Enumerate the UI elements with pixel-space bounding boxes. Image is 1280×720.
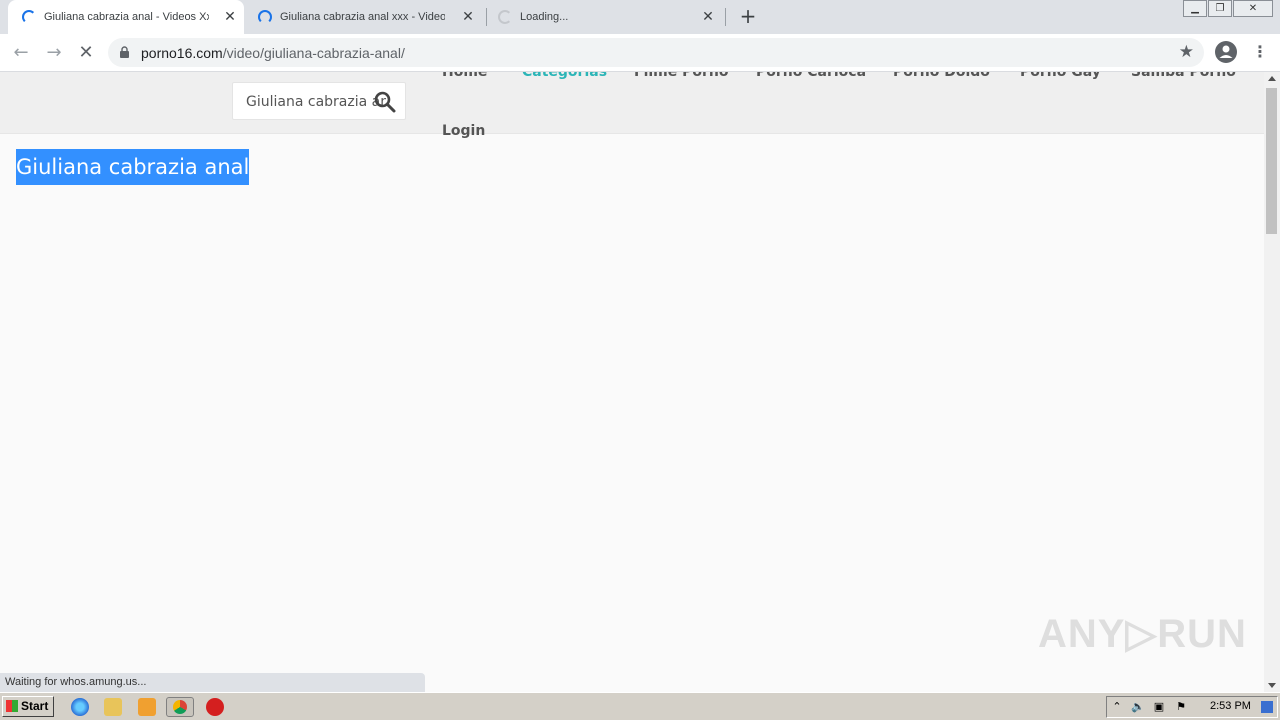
start-label: Start: [21, 699, 49, 713]
nav-link-filme-porno[interactable]: Filme Porno: [634, 72, 729, 80]
forward-button[interactable]: →: [43, 42, 65, 64]
new-tab-button[interactable]: +: [738, 6, 758, 26]
page-scrollbar[interactable]: [1264, 72, 1280, 692]
loading-spinner-icon: [498, 10, 512, 24]
tab-third[interactable]: Loading... ✕: [486, 0, 722, 34]
internet-explorer-icon[interactable]: [71, 698, 89, 716]
network-icon[interactable]: ▣: [1153, 701, 1165, 713]
address-bar[interactable]: porno16.com/video/giuliana-cabrazia-anal…: [108, 38, 1204, 67]
loading-spinner-icon: [258, 10, 272, 24]
chrome-taskbar-button[interactable]: [166, 697, 194, 717]
site-search: [232, 82, 406, 121]
url-path: /video/giuliana-cabrazia-anal/: [222, 45, 405, 61]
bookmark-star-icon[interactable]: ★: [1179, 42, 1194, 62]
close-window-button[interactable]: ✕: [1233, 0, 1273, 17]
login-link[interactable]: Login: [442, 123, 485, 139]
browser-toolbar: ← → ✕ porno16.com/video/giuliana-cabrazi…: [0, 34, 1280, 72]
browser-menu-icon[interactable]: ⋮: [1252, 42, 1268, 62]
url-domain: porno16.com: [141, 45, 223, 61]
restore-button[interactable]: ❐: [1208, 0, 1232, 17]
tab-strip: Giuliana cabrazia anal - Videos Xxx Porn…: [0, 0, 1280, 34]
tab-active[interactable]: Giuliana cabrazia anal - Videos Xxx Porn…: [8, 0, 244, 34]
profile-avatar-icon[interactable]: [1215, 41, 1237, 63]
search-icon[interactable]: [373, 90, 397, 114]
scroll-thumb[interactable]: [1266, 88, 1277, 234]
url-text: porno16.com/video/giuliana-cabrazia-anal…: [141, 45, 405, 61]
nav-link-home[interactable]: Home: [442, 72, 487, 80]
tab-title: Giuliana cabrazia anal - Videos Xxx Porn…: [44, 11, 209, 23]
back-button[interactable]: ←: [10, 42, 32, 64]
system-tray: ⌃ 🔈 ▣ ⚑ 2:53 PM: [1106, 696, 1278, 718]
taskbar: Start ⌃ 🔈 ▣ ⚑ 2:53 PM: [0, 692, 1280, 720]
scroll-up-icon[interactable]: [1268, 76, 1276, 81]
page-title: Giuliana cabrazia anal: [16, 149, 250, 185]
media-player-icon[interactable]: [138, 698, 156, 716]
search-input[interactable]: [233, 83, 388, 121]
tab-title: Giuliana cabrazia anal xxx - Videos XXX: [280, 11, 445, 23]
action-center-flag-icon[interactable]: ⚑: [1175, 701, 1187, 713]
web-page: Home Categorias Filme Porno Porno Carioc…: [0, 72, 1264, 692]
stop-sign-icon[interactable]: [206, 698, 224, 716]
tab-close-icon[interactable]: ✕: [222, 9, 238, 25]
show-desktop-icon[interactable]: [1261, 701, 1273, 713]
nav-link-samba-porno[interactable]: Samba Porno: [1131, 72, 1236, 80]
tab-title: Loading...: [520, 11, 569, 23]
folder-icon[interactable]: [104, 698, 122, 716]
tab-second[interactable]: Giuliana cabrazia anal xxx - Videos XXX …: [246, 0, 482, 34]
nav-link-porno-carioca[interactable]: Porno Carioca: [756, 72, 866, 80]
nav-link-porno-doido[interactable]: Porno Doido: [893, 72, 990, 80]
nav-link-categorias[interactable]: Categorias: [522, 72, 607, 80]
nav-link-porno-gay[interactable]: Porno Gay: [1020, 72, 1101, 80]
clock: 2:53 PM: [1210, 700, 1251, 712]
start-button[interactable]: Start: [2, 696, 54, 717]
loading-spinner-icon: [22, 10, 36, 24]
watermark-logo: ANY▷RUN: [1038, 612, 1247, 656]
chrome-icon: [173, 700, 187, 714]
tab-separator: [725, 8, 726, 26]
tab-close-icon[interactable]: ✕: [700, 9, 716, 25]
site-header: Home Categorias Filme Porno Porno Carioc…: [0, 72, 1264, 139]
minimize-button[interactable]: ▁: [1183, 0, 1207, 17]
scroll-down-icon[interactable]: [1268, 683, 1276, 688]
tray-expand-icon[interactable]: ⌃: [1111, 701, 1123, 713]
stop-button[interactable]: ✕: [75, 42, 97, 64]
tab-close-icon[interactable]: ✕: [460, 9, 476, 25]
person-icon: [1219, 45, 1233, 58]
windows-flag-icon: [6, 700, 18, 712]
status-bar: Waiting for whos.amung.us...: [0, 673, 425, 692]
lock-icon: [120, 46, 129, 58]
volume-icon[interactable]: 🔈: [1131, 701, 1145, 713]
